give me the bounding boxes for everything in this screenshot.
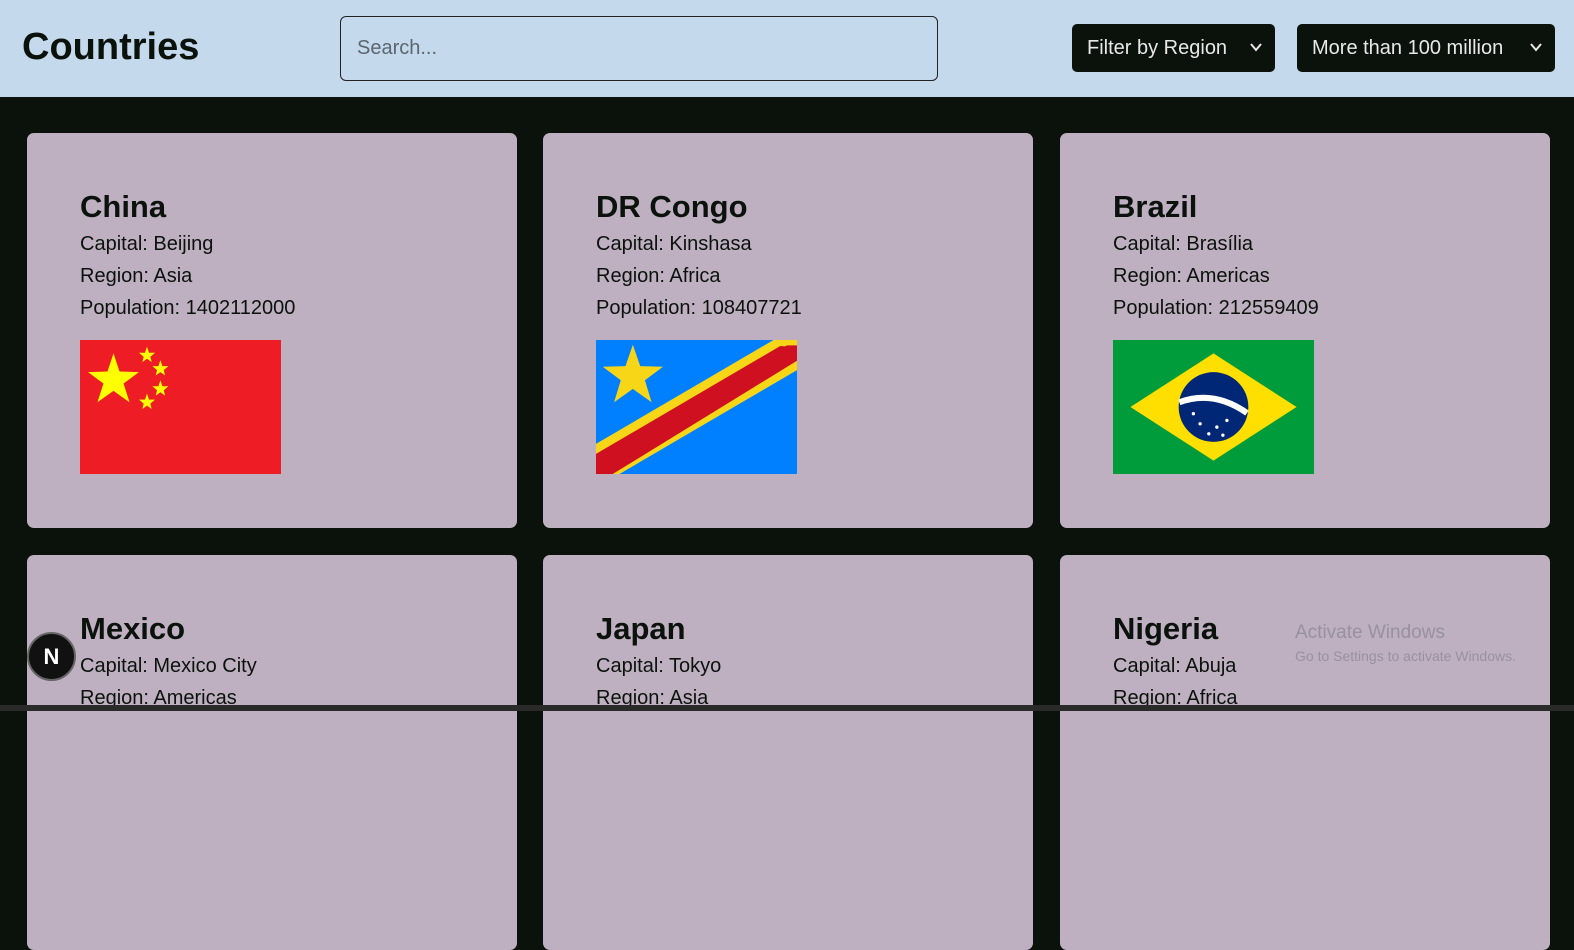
- watermark-title: Activate Windows: [1295, 622, 1445, 643]
- country-name: Brazil: [1113, 189, 1198, 224]
- region-filter-label: Filter by Region: [1087, 36, 1228, 59]
- country-card[interactable]: Nigeria Capital: Abuja Region: Africa: [1060, 555, 1550, 950]
- chevron-down-icon: [1250, 43, 1262, 52]
- country-population: Population: 212559409: [1113, 297, 1319, 319]
- brazil-flag-icon: [1113, 340, 1314, 474]
- country-name: Mexico: [80, 611, 186, 646]
- country-card[interactable]: China Capital: Beijing Region: Asia Popu…: [27, 133, 517, 528]
- population-filter-select[interactable]: More than 100 million: [1297, 24, 1555, 72]
- country-card[interactable]: DR Congo Capital: Kinshasa Region: Afric…: [543, 133, 1033, 528]
- country-name: Nigeria: [1113, 611, 1219, 646]
- country-region: Region: Americas: [1113, 265, 1270, 287]
- windows-activation-watermark: Activate Windows Go to Settings to activ…: [1295, 622, 1516, 664]
- country-capital: Capital: Tokyo: [596, 655, 722, 677]
- dr-congo-flag-icon: [596, 340, 797, 474]
- country-population: Population: 1402112000: [80, 297, 296, 319]
- chevron-down-icon: [1530, 43, 1542, 52]
- app-header: Countries Filter by Region More than 100…: [0, 0, 1574, 97]
- page-title: Countries: [22, 26, 200, 68]
- country-capital: Capital: Mexico City: [80, 655, 257, 677]
- country-capital: Capital: Abuja: [1113, 655, 1237, 677]
- country-name: Japan: [596, 611, 686, 646]
- country-card[interactable]: Mexico Capital: Mexico City Region: Amer…: [27, 555, 517, 950]
- country-card[interactable]: Brazil Capital: Brasília Region: America…: [1060, 133, 1550, 528]
- search-input[interactable]: [340, 16, 938, 81]
- watermark-subtitle: Go to Settings to activate Windows.: [1295, 648, 1516, 664]
- country-region: Region: Africa: [596, 265, 721, 287]
- region-filter-select[interactable]: Filter by Region: [1072, 24, 1275, 72]
- country-name: China: [80, 189, 167, 224]
- country-card[interactable]: Japan Capital: Tokyo Region: Asia: [543, 555, 1033, 950]
- country-population: Population: 108407721: [596, 297, 802, 319]
- country-capital: Capital: Beijing: [80, 233, 214, 255]
- population-filter-label: More than 100 million: [1312, 36, 1504, 59]
- bottom-edge-bar: [0, 705, 1574, 711]
- country-capital: Capital: Brasília: [1113, 233, 1254, 255]
- china-flag-icon: [80, 340, 281, 474]
- nextjs-dev-badge-button[interactable]: N: [27, 632, 76, 681]
- country-region: Region: Asia: [80, 265, 193, 287]
- country-capital: Capital: Kinshasa: [596, 233, 752, 255]
- country-name: DR Congo: [596, 189, 748, 224]
